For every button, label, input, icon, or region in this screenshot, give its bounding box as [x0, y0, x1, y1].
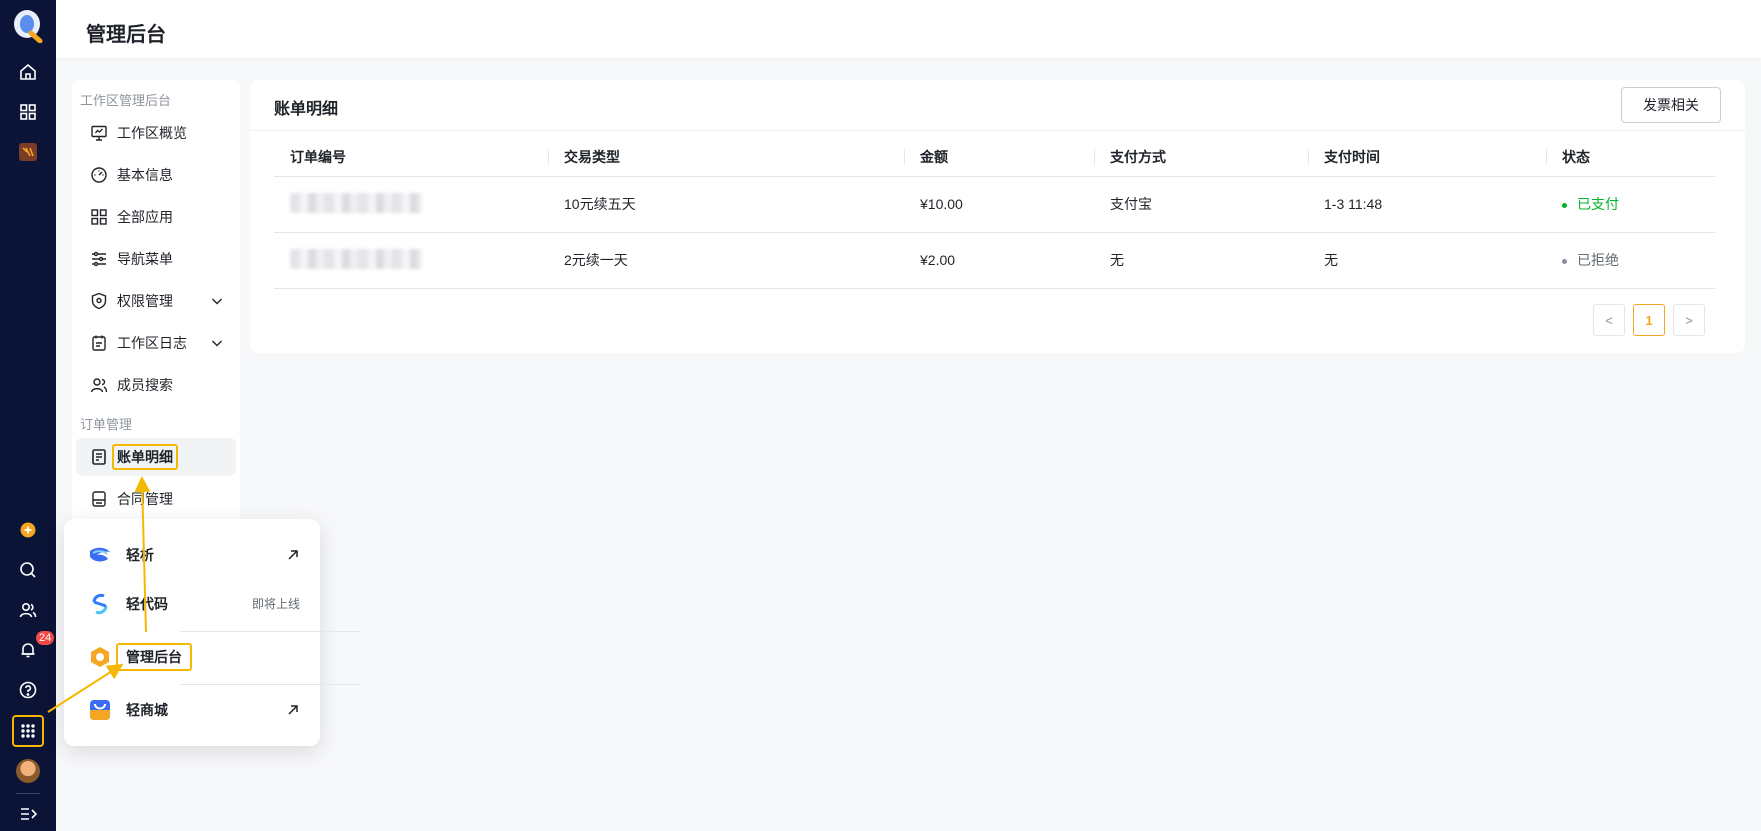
monitor-icon	[91, 125, 107, 141]
transaction-type-cell: 10元续五天	[548, 176, 904, 233]
gauge-icon	[91, 167, 107, 183]
avatar[interactable]	[16, 759, 40, 783]
amount-cell: ¥2.00	[904, 232, 1094, 289]
bill-icon	[92, 449, 106, 465]
add-icon[interactable]	[14, 516, 42, 544]
menu-item-bill-details[interactable]: 账单明细	[76, 438, 236, 476]
page-title: 管理后台	[86, 24, 166, 46]
col-status: 状态	[1546, 138, 1715, 177]
chevron-down-icon[interactable]	[210, 336, 224, 350]
pagination-prev[interactable]: <	[1593, 304, 1625, 336]
notification-badge: 24	[36, 631, 55, 645]
admin-hexagon-icon	[91, 647, 109, 667]
calendar-icon	[92, 335, 106, 351]
redacted-order-id	[290, 192, 422, 213]
menu-item-all-apps[interactable]: 全部应用	[76, 198, 236, 236]
rail-divider	[16, 793, 40, 794]
pagination-next[interactable]: >	[1673, 304, 1705, 336]
popup-divider	[180, 631, 360, 632]
pagination-page-1[interactable]: 1	[1633, 304, 1665, 336]
app-item-mall[interactable]: 轻商城	[88, 695, 300, 725]
top-header: 管理后台	[56, 0, 1761, 58]
status-badge: 已支付	[1577, 196, 1619, 212]
menu-item-member-search[interactable]: 成员搜索	[76, 366, 236, 404]
side-menu: 工作区管理后台 工作区概览 基本信息 全部应用 导航菜单 权限管理 工作区日志 …	[72, 80, 240, 540]
menu-item-workspace-log[interactable]: 工作区日志	[76, 324, 236, 362]
col-payment-time: 支付时间	[1308, 138, 1546, 177]
help-icon[interactable]	[14, 676, 42, 704]
menu-item-contracts[interactable]: 合同管理	[76, 480, 236, 518]
qingxi-icon	[90, 547, 110, 562]
table-row: 2元续一天 ¥2.00 无 无 已拒绝	[274, 232, 1715, 289]
menu-item-permissions[interactable]: 权限管理	[76, 282, 236, 320]
order-id-cell	[274, 232, 548, 289]
col-transaction-type: 交易类型	[548, 138, 904, 177]
payment-method-cell: 无	[1094, 232, 1308, 289]
redacted-order-id	[290, 248, 422, 269]
col-payment-method: 支付方式	[1094, 138, 1308, 177]
transaction-type-cell: 2元续一天	[548, 232, 904, 289]
col-amount: 金额	[904, 138, 1094, 177]
external-link-icon	[288, 705, 298, 715]
status-dot	[1562, 258, 1567, 264]
shield-icon	[91, 292, 107, 310]
app-logo-icon[interactable]	[12, 9, 44, 43]
card-divider	[250, 130, 1745, 131]
menu-group-orders: 订单管理	[80, 417, 133, 432]
menu-item-nav-menu[interactable]: 导航菜单	[76, 240, 236, 278]
qingdaima-icon	[92, 593, 108, 615]
menu-item-workspace-overview[interactable]: 工作区概览	[76, 114, 236, 152]
status-badge: 已拒绝	[1577, 252, 1619, 268]
table-row: 10元续五天 ¥10.00 支付宝 1-3 11:48 已支付	[274, 176, 1715, 233]
expand-sidebar-icon[interactable]	[14, 800, 42, 828]
status-cell: 已拒绝	[1546, 232, 1715, 289]
col-order-id: 订单编号	[274, 138, 548, 177]
left-rail: 24	[0, 0, 56, 831]
mall-icon	[90, 700, 110, 720]
app-switcher-popup: 轻析 轻代码 即将上线 管理后台 轻商城	[64, 519, 360, 746]
status-dot	[1562, 202, 1567, 208]
bill-table: 订单编号 交易类型 金额 支付方式 支付时间 状态 10元续五天 ¥10.00 …	[274, 138, 1715, 289]
payment-time-cell: 1-3 11:48	[1308, 176, 1546, 233]
coming-soon-label: 即将上线	[251, 597, 300, 611]
search-icon[interactable]	[14, 556, 42, 584]
external-link-icon	[288, 550, 298, 560]
order-id-cell	[274, 176, 548, 233]
workspace-icon[interactable]	[14, 138, 42, 166]
payment-method-cell: 支付宝	[1094, 176, 1308, 233]
invoice-button[interactable]: 发票相关	[1621, 87, 1721, 123]
bill-details-card: 账单明细 发票相关 订单编号 交易类型 金额 支付方式 支付时间 状态 10元续…	[250, 80, 1745, 353]
app-item-qingxi[interactable]: 轻析	[88, 540, 300, 570]
contract-icon	[92, 491, 106, 507]
payment-time-cell: 无	[1308, 232, 1546, 289]
home-icon[interactable]	[14, 58, 42, 86]
table-header-row: 订单编号 交易类型 金额 支付方式 支付时间 状态	[274, 138, 1715, 177]
sliders-icon	[92, 251, 106, 267]
card-title: 账单明细	[274, 101, 339, 118]
chevron-down-icon[interactable]	[210, 294, 224, 308]
amount-cell: ¥10.00	[904, 176, 1094, 233]
apps-launcher-icon[interactable]	[14, 717, 42, 745]
users-icon	[90, 378, 108, 393]
menu-item-basic-info[interactable]: 基本信息	[76, 156, 236, 194]
contacts-icon[interactable]	[14, 596, 42, 624]
grid-icon	[91, 209, 107, 225]
apps-grid-icon[interactable]	[14, 98, 42, 126]
popup-divider	[180, 684, 360, 685]
status-cell: 已支付	[1546, 176, 1715, 233]
menu-group-workspace: 工作区管理后台	[80, 93, 172, 108]
app-item-qingdaima[interactable]: 轻代码 即将上线	[88, 589, 300, 619]
app-item-admin[interactable]: 管理后台	[88, 642, 300, 672]
